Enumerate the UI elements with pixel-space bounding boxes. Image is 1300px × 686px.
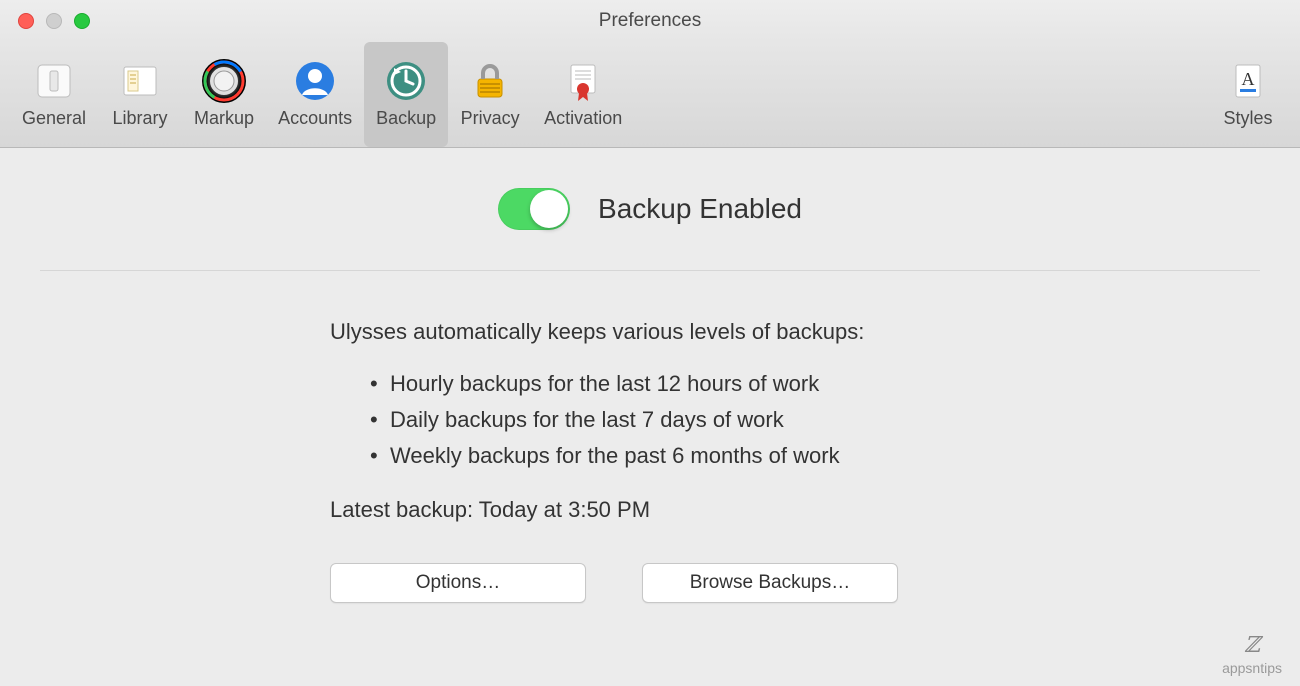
button-row: Options… Browse Backups…: [330, 563, 970, 603]
tab-privacy[interactable]: Privacy: [448, 42, 532, 147]
accounts-icon: [292, 58, 338, 104]
tab-library[interactable]: Library: [98, 42, 182, 147]
watermark: ℤ appsntips: [1222, 632, 1282, 676]
tab-styles[interactable]: A Styles: [1206, 42, 1290, 147]
backup-toggle-label: Backup Enabled: [598, 193, 802, 225]
tab-label: Markup: [194, 108, 254, 129]
tab-label: Accounts: [278, 108, 352, 129]
activation-icon: [560, 58, 606, 104]
tab-label: General: [22, 108, 86, 129]
titlebar: Preferences: [0, 0, 1300, 42]
backup-description: Ulysses automatically keeps various leve…: [330, 319, 970, 345]
backup-point: Hourly backups for the last 12 hours of …: [370, 371, 970, 397]
browse-backups-button[interactable]: Browse Backups…: [642, 563, 898, 603]
tab-accounts[interactable]: Accounts: [266, 42, 364, 147]
tab-label: Backup: [376, 108, 436, 129]
tab-activation[interactable]: Activation: [532, 42, 634, 147]
toolbar: General Library Markup Accounts Backup P…: [0, 42, 1300, 148]
library-icon: [117, 58, 163, 104]
options-button[interactable]: Options…: [330, 563, 586, 603]
backup-info: Ulysses automatically keeps various leve…: [330, 319, 970, 603]
minimize-icon[interactable]: [46, 13, 62, 29]
watermark-text: appsntips: [1222, 660, 1282, 676]
svg-text:A: A: [1242, 69, 1255, 89]
backup-icon: [383, 58, 429, 104]
backup-point: Weekly backups for the past 6 months of …: [370, 443, 970, 469]
close-icon[interactable]: [18, 13, 34, 29]
general-icon: [31, 58, 77, 104]
styles-icon: A: [1225, 58, 1271, 104]
backup-switch[interactable]: [498, 188, 570, 230]
tab-label: Styles: [1223, 108, 1272, 129]
watermark-icon: ℤ: [1244, 632, 1260, 658]
tab-label: Library: [113, 108, 168, 129]
backup-points: Hourly backups for the last 12 hours of …: [330, 371, 970, 469]
content-area: Backup Enabled Ulysses automatically kee…: [0, 148, 1300, 603]
backup-toggle-row: Backup Enabled: [0, 188, 1300, 270]
window-title: Preferences: [599, 10, 701, 32]
traffic-lights: [18, 13, 90, 29]
switch-knob: [530, 190, 568, 228]
markup-icon: [201, 58, 247, 104]
tab-backup[interactable]: Backup: [364, 42, 448, 147]
tab-general[interactable]: General: [10, 42, 98, 147]
privacy-icon: [467, 58, 513, 104]
divider: [40, 270, 1260, 271]
latest-backup: Latest backup: Today at 3:50 PM: [330, 497, 970, 523]
tab-label: Privacy: [461, 108, 520, 129]
backup-point: Daily backups for the last 7 days of wor…: [370, 407, 970, 433]
zoom-icon[interactable]: [74, 13, 90, 29]
tab-markup[interactable]: Markup: [182, 42, 266, 147]
tab-label: Activation: [544, 108, 622, 129]
